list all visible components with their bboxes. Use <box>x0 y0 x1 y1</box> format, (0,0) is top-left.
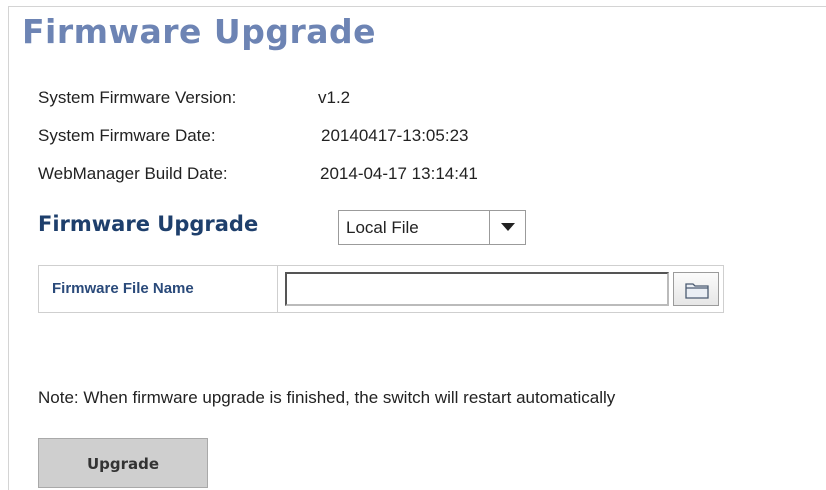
dropdown-arrow-button[interactable] <box>489 211 525 244</box>
frame-left-border <box>8 6 9 490</box>
firmware-version-label: System Firmware Version: <box>38 88 237 107</box>
firmware-file-input[interactable] <box>285 272 669 306</box>
firmware-date-value: 20140417-13:05:23 <box>321 126 469 145</box>
upgrade-source-value: Local File <box>346 218 419 237</box>
file-label-cell: Firmware File Name <box>39 266 278 312</box>
firmware-version-value: v1.2 <box>318 88 351 107</box>
upgrade-button[interactable]: Upgrade <box>38 438 208 488</box>
frame-top-border <box>8 6 826 7</box>
upgrade-source-select[interactable]: Local File <box>338 210 526 245</box>
upgrade-button-label: Upgrade <box>86 455 160 473</box>
upgrade-section-title: Firmware Upgrade <box>38 212 259 236</box>
build-date-value: 2014-04-17 13:14:41 <box>320 164 478 183</box>
firmware-file-name-label: Firmware File Name <box>52 280 194 297</box>
upgrade-note: Note: When firmware upgrade is finished,… <box>38 388 616 407</box>
firmware-date-label: System Firmware Date: <box>38 126 216 145</box>
folder-icon <box>685 283 709 299</box>
chevron-down-icon <box>501 223 515 231</box>
firmware-file-table: Firmware File Name <box>38 265 724 313</box>
page-title: Firmware Upgrade <box>22 12 377 51</box>
browse-file-button[interactable] <box>673 272 719 306</box>
build-date-label: WebManager Build Date: <box>38 164 228 183</box>
